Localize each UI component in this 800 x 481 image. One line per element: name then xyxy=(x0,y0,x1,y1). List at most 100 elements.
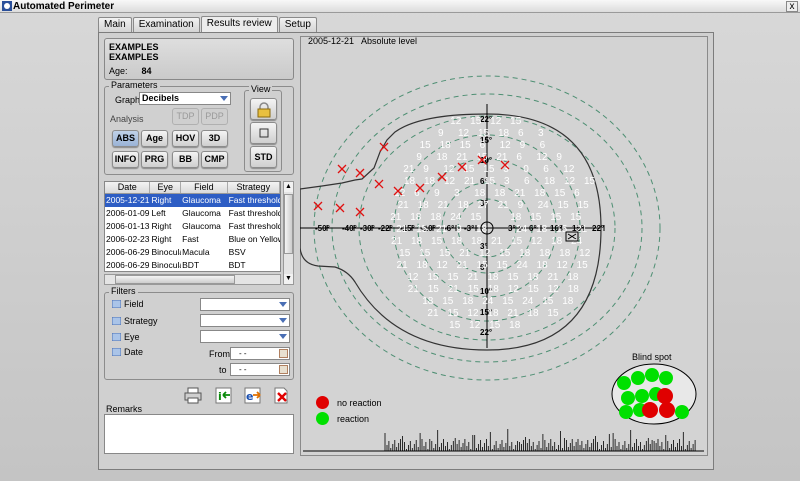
threshold-value: 15 xyxy=(428,284,440,295)
eye-filter-select[interactable] xyxy=(200,330,290,343)
cell-field: Glaucoma xyxy=(182,208,221,218)
bb-button[interactable]: BB xyxy=(172,151,199,168)
h-tick-label: 22° xyxy=(592,224,604,233)
stop-button[interactable] xyxy=(250,122,277,144)
title-bar: Automated Perimeter x xyxy=(0,0,800,13)
reaction-label: reaction xyxy=(337,414,370,424)
threshold-value: 15 xyxy=(447,308,459,319)
abs-button[interactable]: ABS xyxy=(112,130,139,147)
threshold-value: 3 xyxy=(538,128,544,139)
tdp-button[interactable]: TDP xyxy=(172,108,199,125)
scroll-down-icon[interactable]: ▼ xyxy=(284,274,293,284)
table-row[interactable]: 2005-12-21 Right Glaucoma Fast threshold xyxy=(105,194,280,207)
chevron-down-icon xyxy=(279,334,287,339)
threshold-value: 15 xyxy=(470,116,482,127)
age-button[interactable]: Age xyxy=(141,130,168,147)
table-row[interactable]: 2006-06-29 Binocular BDT BDT xyxy=(105,259,280,271)
threshold-value: 18 xyxy=(422,296,434,307)
std-button[interactable]: STD xyxy=(250,146,277,168)
3d-button[interactable]: 3D xyxy=(201,130,228,147)
scroll-thumb[interactable] xyxy=(284,194,293,254)
tab-examination[interactable]: Examination xyxy=(132,17,200,32)
threshold-value: 12 xyxy=(564,176,576,187)
info-button[interactable]: INFO xyxy=(112,151,139,168)
threshold-value: 21 xyxy=(436,224,448,235)
col-date[interactable]: Date xyxy=(105,182,151,193)
cell-eye: Right xyxy=(151,221,172,231)
field-filter-select[interactable] xyxy=(200,298,290,311)
threshold-value: 15 xyxy=(584,176,596,187)
delete-icon[interactable] xyxy=(272,387,290,404)
threshold-value: 12 xyxy=(407,272,419,283)
filter-field-label: Field xyxy=(124,299,144,309)
threshold-value: 12 xyxy=(536,152,548,163)
threshold-value: 12 xyxy=(548,284,560,295)
threshold-value: 21 xyxy=(467,272,479,283)
threshold-value: 15 xyxy=(449,320,461,331)
age-value: 84 xyxy=(141,66,152,76)
remarks-textarea[interactable] xyxy=(104,414,294,454)
threshold-value: 18 xyxy=(509,320,521,331)
threshold-value: 15 xyxy=(558,200,570,211)
reaction-point xyxy=(675,405,689,419)
threshold-value: 21 xyxy=(398,200,410,211)
no-reaction-marker xyxy=(355,168,365,178)
hov-button[interactable]: HOV xyxy=(172,130,199,147)
reaction-dot xyxy=(316,412,329,425)
graph-select[interactable]: Decibels xyxy=(139,92,231,105)
table-row[interactable]: 2006-06-29 Binocular Macula BSV xyxy=(105,246,280,259)
scroll-up-icon[interactable]: ▲ xyxy=(284,182,293,192)
table-row[interactable]: 2006-02-23 Right Fast Blue on Yellow xyxy=(105,233,280,246)
blind-spot-label: Blind spot xyxy=(632,352,672,362)
strategy-filter-select[interactable] xyxy=(200,314,290,327)
prg-button[interactable]: PRG xyxy=(141,151,168,168)
window-title: Automated Perimeter xyxy=(13,1,115,12)
reaction-point xyxy=(659,371,673,385)
threshold-value: 21 xyxy=(514,188,526,199)
threshold-value: 0 xyxy=(523,164,529,175)
col-strategy[interactable]: Strategy xyxy=(228,182,280,193)
date-to-field[interactable]: - - xyxy=(230,363,290,376)
reaction-point xyxy=(631,371,645,385)
table-row[interactable]: 2006-01-09 Left Glaucoma Fast threshold xyxy=(105,207,280,220)
threshold-value: 18 xyxy=(494,188,506,199)
close-button[interactable]: x xyxy=(786,1,798,12)
calendar-icon[interactable] xyxy=(279,365,288,374)
table-row[interactable]: 2006-01-13 Right Glaucoma Fast threshold xyxy=(105,220,280,233)
scroll-thumb[interactable] xyxy=(115,275,235,284)
lock-icon xyxy=(257,102,270,118)
threshold-value: 24 xyxy=(450,212,462,223)
threshold-value: 18 xyxy=(436,152,448,163)
pdp-button[interactable]: PDP xyxy=(201,108,228,125)
threshold-value: 18 xyxy=(487,272,499,283)
tab-setup[interactable]: Setup xyxy=(278,17,317,32)
tab-results-review[interactable]: Results review xyxy=(200,16,278,32)
threshold-value: 18 xyxy=(551,236,563,247)
chevron-down-icon xyxy=(279,302,287,307)
cell-date: 2006-02-23 xyxy=(106,234,150,244)
col-eye[interactable]: Eye xyxy=(150,182,182,193)
visual-field-chart: -50° -40° -30° -22° -15° -10° -6° -3° 3° 6° 10° 15°… xyxy=(300,75,704,452)
threshold-value: 15 xyxy=(507,272,519,283)
calendar-icon[interactable] xyxy=(279,349,288,358)
threshold-value: 9 xyxy=(556,152,562,163)
date-from-field[interactable]: - - xyxy=(230,347,290,360)
col-field[interactable]: Field xyxy=(181,182,228,193)
tab-main[interactable]: Main xyxy=(98,17,132,32)
table-horizontal-scrollbar[interactable] xyxy=(104,274,281,285)
threshold-value: 9 xyxy=(520,140,526,151)
table-vertical-scrollbar[interactable]: ▲ ▼ xyxy=(283,181,294,285)
threshold-value: 9 xyxy=(434,188,440,199)
threshold-value: 6 xyxy=(516,152,522,163)
cell-field: Glaucoma xyxy=(182,195,221,205)
lock-button[interactable] xyxy=(250,98,277,120)
cmp-button[interactable]: CMP xyxy=(201,151,228,168)
cell-field: Fast xyxy=(182,234,199,244)
threshold-value: 15 xyxy=(502,296,514,307)
cell-date: 2006-01-09 xyxy=(106,208,150,218)
threshold-value: 18 xyxy=(424,176,436,187)
import-icon[interactable]: i xyxy=(215,387,233,404)
print-icon[interactable] xyxy=(184,387,202,404)
threshold-value: 15 xyxy=(399,248,411,259)
export-icon[interactable]: e xyxy=(244,387,262,404)
